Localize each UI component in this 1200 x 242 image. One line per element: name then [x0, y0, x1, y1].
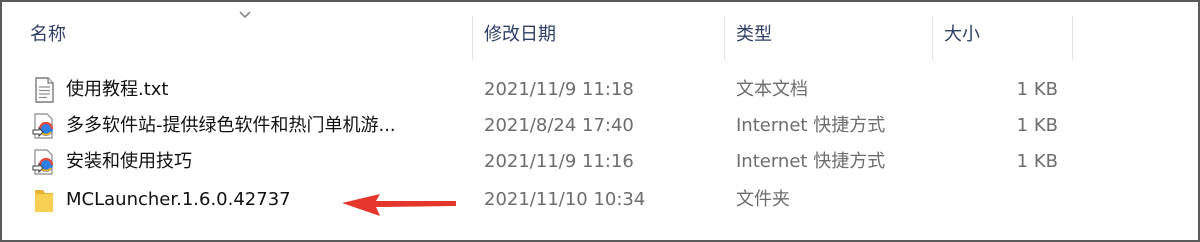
file-row[interactable]: 多多软件站-提供绿色软件和热门单机游... 2021/8/24 17:40 In…	[2, 108, 1198, 144]
file-row[interactable]: 安装和使用技巧 2021/11/9 11:16 Internet 快捷方式 1 …	[2, 144, 1198, 180]
column-header-bar: 名称 修改日期 类型 大小	[2, 2, 1198, 60]
file-explorer-list: 名称 修改日期 类型 大小 使用教程.txt 2021/11/9 11:18 文…	[0, 0, 1200, 242]
file-row[interactable]: 使用教程.txt 2021/11/9 11:18 文本文档 1 KB	[2, 72, 1198, 108]
file-modified: 2021/8/24 17:40	[484, 115, 634, 136]
file-name: 使用教程.txt	[66, 79, 169, 100]
red-arrow-icon	[342, 194, 456, 216]
column-header-modified[interactable]: 修改日期	[474, 22, 722, 48]
file-size: 1 KB	[1016, 79, 1058, 100]
file-modified: 2021/11/9 11:16	[484, 151, 634, 172]
column-header-name[interactable]: 名称	[20, 22, 470, 48]
folder-icon	[35, 190, 53, 212]
file-modified: 2021/11/9 11:18	[484, 79, 634, 100]
file-modified: 2021/11/10 10:34	[484, 189, 646, 210]
folder-row[interactable]: MCLauncher.1.6.0.42737 2021/11/10 10:34 …	[2, 182, 1198, 218]
internet-shortcut-icon	[32, 113, 54, 139]
file-type: Internet 快捷方式	[736, 151, 886, 172]
file-type: 文本文档	[736, 79, 808, 100]
file-size	[944, 182, 1058, 218]
column-header-type[interactable]: 类型	[726, 22, 932, 48]
file-name: 安装和使用技巧	[66, 151, 192, 172]
file-name: 多多软件站-提供绿色软件和热门单机游...	[66, 115, 396, 136]
column-header-size[interactable]: 大小	[934, 22, 1070, 48]
file-size: 1 KB	[1016, 115, 1058, 136]
text-file-icon	[35, 77, 54, 103]
internet-shortcut-icon	[32, 149, 54, 175]
column-divider[interactable]	[472, 16, 473, 60]
file-type: 文件夹	[736, 189, 790, 210]
column-divider[interactable]	[932, 16, 933, 60]
chevron-down-icon[interactable]	[238, 10, 252, 20]
column-divider[interactable]	[724, 16, 725, 60]
column-divider[interactable]	[1072, 16, 1073, 60]
file-size: 1 KB	[1016, 151, 1058, 172]
file-type: Internet 快捷方式	[736, 115, 886, 136]
